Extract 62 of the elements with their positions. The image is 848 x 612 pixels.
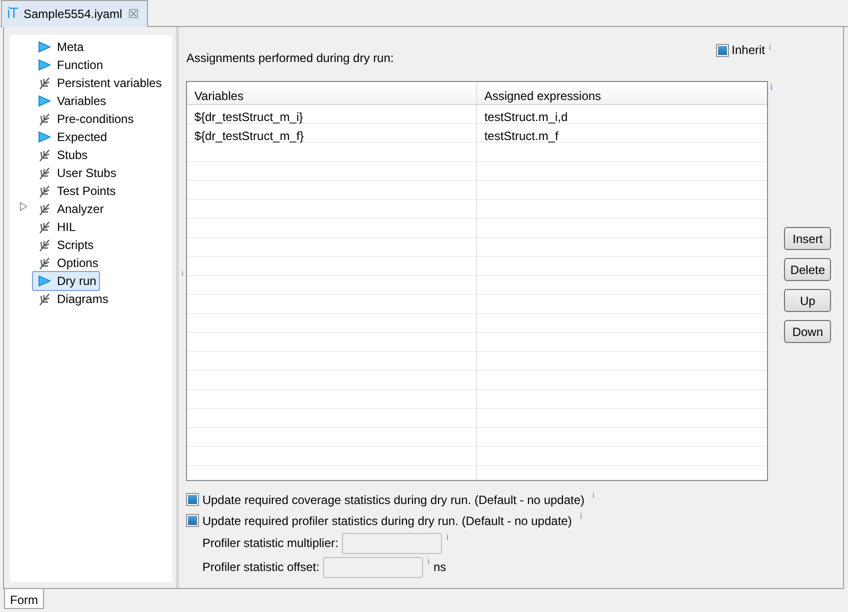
close-icon[interactable]: ☒ [128, 5, 140, 23]
column-header[interactable]: Assigned expressions [477, 82, 608, 104]
tree-item[interactable]: Scripts [32, 235, 98, 255]
feather-icon [38, 166, 51, 180]
feather-icon [38, 184, 51, 198]
section-heading: Assignments performed during dry run: [186, 50, 394, 67]
table-cell[interactable]: testStruct.m_f [477, 124, 566, 142]
column-header[interactable]: Variables [187, 82, 478, 104]
option-label: Update required coverage statistics during dry run. (Default - no update) [202, 492, 585, 508]
feather-icon [38, 202, 51, 216]
tree-item[interactable]: Options [32, 253, 102, 273]
feather-icon [38, 148, 51, 162]
table-button[interactable]: Up [784, 289, 831, 312]
tree-item[interactable]: Dry run [32, 271, 100, 291]
feather-icon [38, 220, 51, 234]
tree-item[interactable]: Stubs [32, 145, 92, 165]
play-icon [38, 275, 51, 287]
info-icon: i [769, 41, 771, 54]
inherit-label: Inherit [732, 42, 765, 59]
option-checkbox[interactable] [186, 514, 200, 527]
tree-item[interactable]: Variables [32, 91, 110, 111]
play-icon [38, 59, 51, 71]
tree-item[interactable]: Diagrams [32, 289, 112, 309]
info-icon: i [592, 489, 595, 502]
tree-item[interactable]: Expected [32, 127, 112, 147]
play-icon [38, 95, 51, 107]
table-cell[interactable]: testStruct.m_i,d [477, 105, 575, 123]
table-button[interactable]: Insert [784, 227, 831, 250]
option-checkbox[interactable] [186, 493, 200, 506]
inherit-checkbox[interactable] [716, 44, 729, 56]
field-label: Profiler statistic offset: [202, 559, 320, 576]
option-label: Update required profiler statistics during dry run. (Default - no update) [202, 512, 572, 530]
logo-icon: iT [7, 2, 18, 26]
form-tab[interactable]: Form [4, 589, 44, 609]
info-icon: i [181, 267, 184, 280]
play-icon [38, 131, 51, 143]
info-icon: i [580, 510, 582, 524]
info-icon: i [446, 531, 448, 544]
tree-item[interactable]: User Stubs [32, 163, 120, 183]
unit-label: ns [433, 559, 446, 576]
feather-icon [38, 112, 51, 126]
table-button[interactable]: Delete [784, 258, 831, 281]
tree-item[interactable]: HIL [32, 217, 80, 237]
tree-item[interactable]: Pre-conditions [32, 109, 138, 129]
feather-icon [38, 256, 51, 270]
tree-item[interactable]: Meta [32, 37, 88, 57]
play-icon [38, 41, 51, 53]
feather-icon [38, 238, 51, 252]
field-label: Profiler statistic multiplier: [202, 535, 338, 552]
table-button[interactable]: Down [784, 320, 831, 343]
tree-item[interactable]: Analyzer [32, 199, 108, 219]
feather-icon [38, 76, 51, 90]
tab-title[interactable]: Sample5554.iyaml [24, 5, 122, 23]
tree-item[interactable]: Persistent variables [32, 73, 166, 93]
expander-icon[interactable] [20, 202, 27, 212]
feather-icon [38, 292, 51, 306]
info-icon: i [427, 555, 430, 568]
tree-item[interactable]: Function [32, 55, 108, 75]
table-cell[interactable]: ${dr_testStruct_m_f} [187, 124, 478, 142]
tree-item[interactable]: Test Points [32, 181, 120, 201]
info-icon: i [770, 81, 772, 481]
table-cell[interactable]: ${dr_testStruct_m_i} [187, 105, 478, 123]
